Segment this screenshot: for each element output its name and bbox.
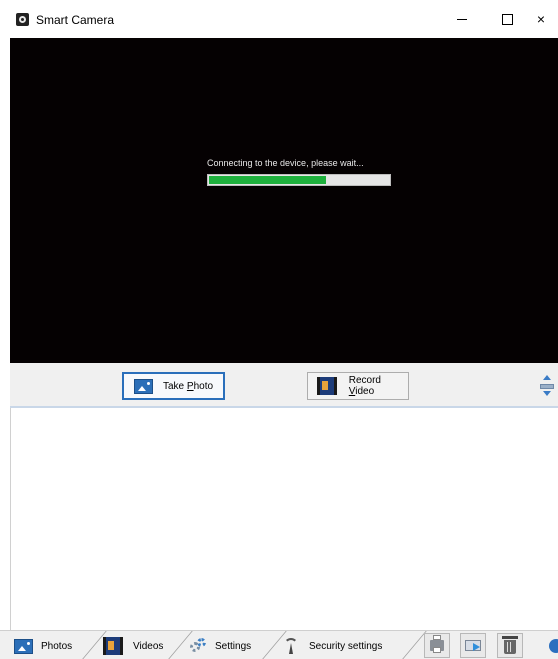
- tab-security-settings[interactable]: Security settings: [283, 634, 382, 658]
- tab-photos-label: Photos: [41, 640, 73, 652]
- close-icon: ×: [536, 11, 546, 27]
- tab-settings[interactable]: Settings: [189, 634, 251, 658]
- trash-icon: [502, 636, 518, 654]
- close-button[interactable]: ×: [526, 6, 556, 32]
- email-icon: [465, 640, 481, 651]
- printer-icon: [430, 635, 444, 653]
- camera-app-icon: [16, 13, 29, 26]
- tab-videos-label: Videos: [133, 640, 164, 652]
- capture-toolbar: Take Photo Record Video: [10, 363, 558, 408]
- take-photo-label: Take Photo: [163, 380, 214, 392]
- record-video-button[interactable]: Record Video: [307, 372, 409, 400]
- video-preview: Connecting to the device, please wait...: [10, 38, 558, 363]
- connection-status-text: Connecting to the device, please wait...: [207, 158, 364, 168]
- tab-security-label: Security settings: [309, 640, 383, 652]
- print-button[interactable]: [424, 633, 450, 658]
- gear-icon: [189, 637, 207, 655]
- minimize-icon: [457, 18, 467, 20]
- progress-fill: [209, 176, 326, 184]
- title-bar: Smart Camera ×: [0, 0, 558, 38]
- connection-progress-bar: [207, 174, 391, 186]
- window-title: Smart Camera: [36, 13, 115, 27]
- maximize-button[interactable]: [492, 6, 522, 32]
- film-icon: [103, 637, 123, 655]
- record-video-label: Record Video: [348, 375, 381, 397]
- tab-videos[interactable]: Videos: [103, 634, 163, 658]
- photo-icon: [134, 378, 153, 394]
- help-icon[interactable]: [549, 639, 558, 653]
- tab-photos[interactable]: Photos: [14, 634, 72, 658]
- maximize-icon: [501, 13, 513, 25]
- film-icon: [317, 377, 337, 395]
- splitter-icon[interactable]: [538, 373, 554, 397]
- antenna-icon: [283, 637, 299, 655]
- tab-settings-label: Settings: [215, 640, 252, 652]
- delete-button[interactable]: [497, 633, 523, 658]
- minimize-button[interactable]: [447, 6, 477, 32]
- email-button[interactable]: [460, 633, 486, 658]
- bottom-tab-bar: Photos Videos Settings Security settings: [0, 630, 558, 659]
- media-content-area: [10, 408, 558, 630]
- photo-icon: [14, 638, 33, 654]
- take-photo-button[interactable]: Take Photo: [122, 372, 225, 400]
